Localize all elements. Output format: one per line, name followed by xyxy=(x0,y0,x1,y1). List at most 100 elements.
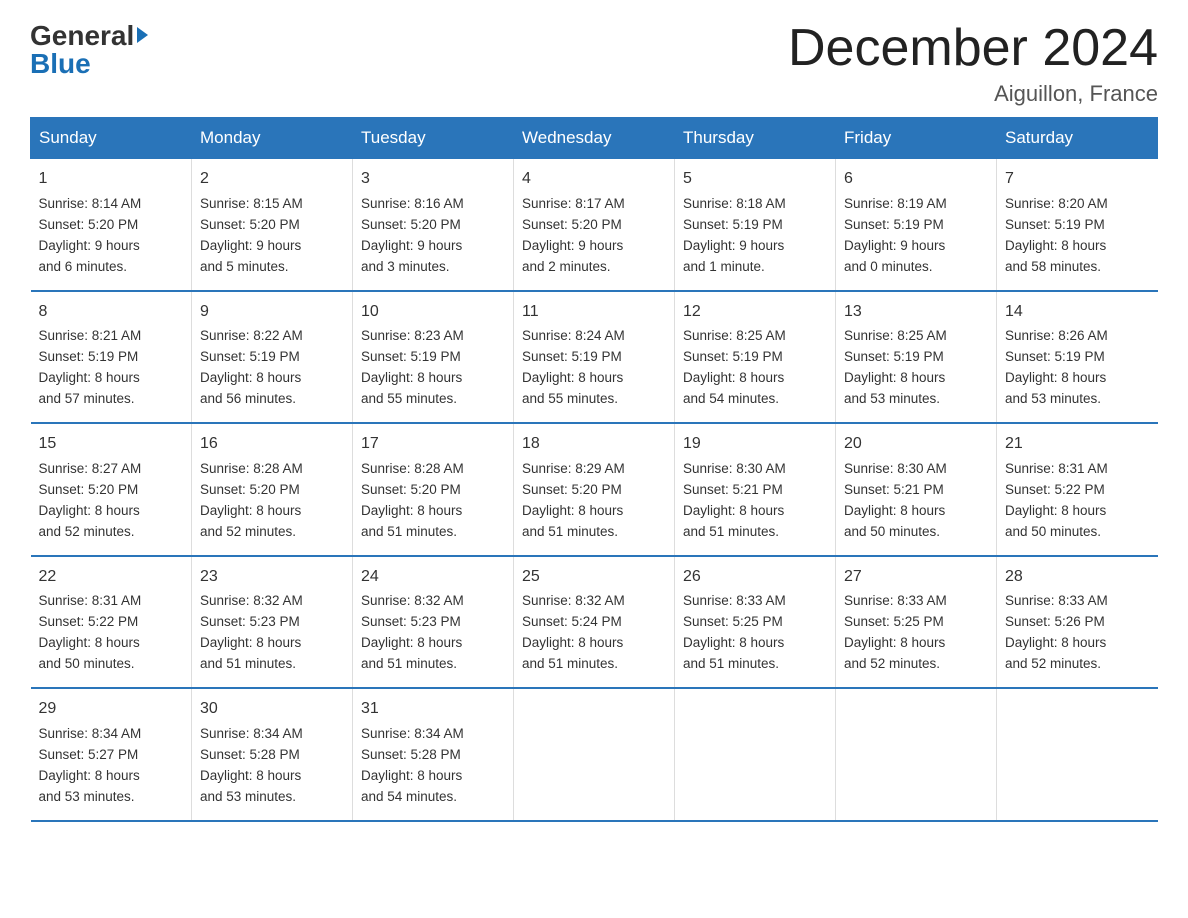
day-info-line: Sunset: 5:19 PM xyxy=(361,347,505,368)
day-info-line: Sunset: 5:27 PM xyxy=(39,745,184,766)
day-info-line: Sunrise: 8:15 AM xyxy=(200,194,344,215)
day-number: 3 xyxy=(361,167,505,192)
day-info-line: and 52 minutes. xyxy=(200,522,344,543)
day-info-line: Sunset: 5:25 PM xyxy=(844,612,988,633)
day-info-line: Daylight: 8 hours xyxy=(361,501,505,522)
day-number: 4 xyxy=(522,167,666,192)
day-number: 14 xyxy=(1005,300,1150,325)
day-info-line: Daylight: 8 hours xyxy=(200,633,344,654)
day-info-line: Sunset: 5:28 PM xyxy=(200,745,344,766)
day-info-line: and 53 minutes. xyxy=(1005,389,1150,410)
calendar-cell: 9Sunrise: 8:22 AMSunset: 5:19 PMDaylight… xyxy=(192,291,353,423)
day-info-line: Sunrise: 8:31 AM xyxy=(1005,459,1150,480)
calendar-cell: 21Sunrise: 8:31 AMSunset: 5:22 PMDayligh… xyxy=(997,423,1158,555)
day-info-line: Daylight: 9 hours xyxy=(844,236,988,257)
day-info-line: and 6 minutes. xyxy=(39,257,184,278)
day-number: 29 xyxy=(39,697,184,722)
day-info-line: Sunrise: 8:24 AM xyxy=(522,326,666,347)
day-info-line: Sunrise: 8:33 AM xyxy=(683,591,827,612)
day-info-line: Sunset: 5:21 PM xyxy=(844,480,988,501)
calendar-cell: 15Sunrise: 8:27 AMSunset: 5:20 PMDayligh… xyxy=(31,423,192,555)
day-info-line: Sunrise: 8:21 AM xyxy=(39,326,184,347)
day-info-line: Sunrise: 8:32 AM xyxy=(522,591,666,612)
day-info-line: Sunset: 5:19 PM xyxy=(39,347,184,368)
day-info-line: Sunset: 5:19 PM xyxy=(522,347,666,368)
week-row-1: 1Sunrise: 8:14 AMSunset: 5:20 PMDaylight… xyxy=(31,159,1158,291)
title-block: December 2024 Aiguillon, France xyxy=(788,20,1158,107)
calendar-cell xyxy=(836,688,997,820)
calendar-cell: 14Sunrise: 8:26 AMSunset: 5:19 PMDayligh… xyxy=(997,291,1158,423)
day-info-line: Daylight: 9 hours xyxy=(522,236,666,257)
day-info-line: and 0 minutes. xyxy=(844,257,988,278)
day-number: 20 xyxy=(844,432,988,457)
header-row: SundayMondayTuesdayWednesdayThursdayFrid… xyxy=(31,118,1158,159)
day-info-line: Daylight: 9 hours xyxy=(683,236,827,257)
calendar-cell: 4Sunrise: 8:17 AMSunset: 5:20 PMDaylight… xyxy=(514,159,675,291)
day-number: 18 xyxy=(522,432,666,457)
day-number: 27 xyxy=(844,565,988,590)
day-info-line: Daylight: 8 hours xyxy=(361,766,505,787)
day-info-line: and 1 minute. xyxy=(683,257,827,278)
day-info-line: and 51 minutes. xyxy=(361,522,505,543)
day-info-line: and 2 minutes. xyxy=(522,257,666,278)
day-info-line: Daylight: 8 hours xyxy=(683,633,827,654)
day-info-line: Sunrise: 8:32 AM xyxy=(200,591,344,612)
day-info-line: Sunset: 5:20 PM xyxy=(361,215,505,236)
day-info-line: Sunrise: 8:30 AM xyxy=(844,459,988,480)
day-info-line: Daylight: 8 hours xyxy=(522,368,666,389)
calendar-cell: 5Sunrise: 8:18 AMSunset: 5:19 PMDaylight… xyxy=(675,159,836,291)
day-info-line: Sunrise: 8:34 AM xyxy=(200,724,344,745)
week-row-4: 22Sunrise: 8:31 AMSunset: 5:22 PMDayligh… xyxy=(31,556,1158,688)
day-info-line: Daylight: 8 hours xyxy=(522,501,666,522)
calendar-cell: 27Sunrise: 8:33 AMSunset: 5:25 PMDayligh… xyxy=(836,556,997,688)
day-info-line: Sunset: 5:19 PM xyxy=(844,347,988,368)
day-info-line: and 51 minutes. xyxy=(522,522,666,543)
day-number: 7 xyxy=(1005,167,1150,192)
calendar-cell: 7Sunrise: 8:20 AMSunset: 5:19 PMDaylight… xyxy=(997,159,1158,291)
calendar-cell xyxy=(514,688,675,820)
day-info-line: Sunset: 5:20 PM xyxy=(39,215,184,236)
day-info-line: and 55 minutes. xyxy=(361,389,505,410)
week-row-3: 15Sunrise: 8:27 AMSunset: 5:20 PMDayligh… xyxy=(31,423,1158,555)
day-info-line: Sunset: 5:20 PM xyxy=(200,215,344,236)
day-info-line: and 58 minutes. xyxy=(1005,257,1150,278)
day-info-line: Sunset: 5:20 PM xyxy=(522,215,666,236)
calendar-cell: 10Sunrise: 8:23 AMSunset: 5:19 PMDayligh… xyxy=(353,291,514,423)
calendar-cell: 29Sunrise: 8:34 AMSunset: 5:27 PMDayligh… xyxy=(31,688,192,820)
day-info-line: Daylight: 8 hours xyxy=(361,368,505,389)
day-info-line: and 57 minutes. xyxy=(39,389,184,410)
header-cell-sunday: Sunday xyxy=(31,118,192,159)
day-number: 13 xyxy=(844,300,988,325)
location: Aiguillon, France xyxy=(788,81,1158,107)
calendar-cell: 26Sunrise: 8:33 AMSunset: 5:25 PMDayligh… xyxy=(675,556,836,688)
day-info-line: Sunrise: 8:25 AM xyxy=(683,326,827,347)
day-info-line: and 50 minutes. xyxy=(844,522,988,543)
day-info-line: Sunset: 5:24 PM xyxy=(522,612,666,633)
calendar-cell: 23Sunrise: 8:32 AMSunset: 5:23 PMDayligh… xyxy=(192,556,353,688)
day-info-line: and 53 minutes. xyxy=(844,389,988,410)
day-number: 31 xyxy=(361,697,505,722)
day-number: 1 xyxy=(39,167,184,192)
calendar-cell: 11Sunrise: 8:24 AMSunset: 5:19 PMDayligh… xyxy=(514,291,675,423)
day-info-line: Daylight: 8 hours xyxy=(200,766,344,787)
calendar-cell: 17Sunrise: 8:28 AMSunset: 5:20 PMDayligh… xyxy=(353,423,514,555)
day-info-line: Daylight: 8 hours xyxy=(361,633,505,654)
logo-arrow-icon xyxy=(137,27,148,43)
day-info-line: Sunrise: 8:25 AM xyxy=(844,326,988,347)
week-row-2: 8Sunrise: 8:21 AMSunset: 5:19 PMDaylight… xyxy=(31,291,1158,423)
day-info-line: and 54 minutes. xyxy=(361,787,505,808)
calendar-cell: 2Sunrise: 8:15 AMSunset: 5:20 PMDaylight… xyxy=(192,159,353,291)
day-info-line: Sunrise: 8:32 AM xyxy=(361,591,505,612)
day-number: 6 xyxy=(844,167,988,192)
day-info-line: and 51 minutes. xyxy=(683,522,827,543)
day-info-line: Sunset: 5:28 PM xyxy=(361,745,505,766)
day-info-line: and 51 minutes. xyxy=(683,654,827,675)
day-info-line: Sunrise: 8:28 AM xyxy=(361,459,505,480)
day-number: 30 xyxy=(200,697,344,722)
day-number: 16 xyxy=(200,432,344,457)
day-info-line: and 50 minutes. xyxy=(39,654,184,675)
day-info-line: Sunrise: 8:33 AM xyxy=(1005,591,1150,612)
header-cell-wednesday: Wednesday xyxy=(514,118,675,159)
calendar-cell: 6Sunrise: 8:19 AMSunset: 5:19 PMDaylight… xyxy=(836,159,997,291)
header-cell-monday: Monday xyxy=(192,118,353,159)
